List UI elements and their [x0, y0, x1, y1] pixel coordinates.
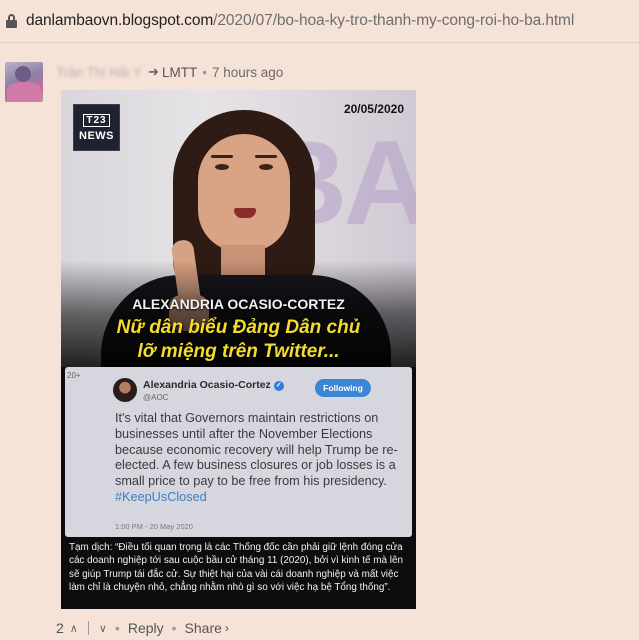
subject-name: ALEXANDRIA OCASIO-CORTEZ	[132, 296, 345, 312]
address-bar[interactable]: danlambaovn.blogspot.com/2020/07/bo-hoa-…	[0, 0, 639, 42]
news-photo: BA T23 NEWS 20/05/2020 ALEXANDRIA OCASIO…	[61, 90, 416, 367]
lock-icon	[6, 14, 17, 28]
logo-line1: T23	[83, 113, 110, 127]
divider	[0, 42, 639, 43]
tweet-timestamp: 1:00 PM - 20 May 2020	[115, 522, 193, 531]
following-button: Following	[315, 379, 371, 397]
reply-arrow-icon: ➜	[148, 64, 159, 79]
chevron-up-icon[interactable]: ∧	[70, 622, 78, 635]
comment-actions: 2 ∧ ∨ • Reply • Share ›	[56, 620, 229, 636]
logo-line2: NEWS	[79, 129, 114, 142]
comment-timestamp[interactable]: 7 hours ago	[212, 65, 283, 80]
news-logo: T23 NEWS	[73, 104, 120, 151]
parent-author-link[interactable]: LMTT	[162, 65, 197, 80]
tweet-handle: @AOC	[143, 393, 169, 402]
actions-separator: •	[171, 620, 177, 636]
vote-count: 2	[56, 620, 64, 636]
comment-meta: Trần Thị Hải Y ➜ LMTT • 7 hours ago	[56, 64, 283, 80]
reply-button[interactable]: Reply	[128, 620, 164, 636]
post-date: 20/05/2020	[343, 102, 404, 116]
share-button[interactable]: Share	[185, 620, 222, 636]
attached-image[interactable]: BA T23 NEWS 20/05/2020 ALEXANDRIA OCASIO…	[61, 90, 416, 609]
url-path: /2020/07/bo-hoa-ky-tro-thanh-my-cong-roi…	[213, 12, 575, 29]
meta-separator: •	[202, 64, 207, 80]
comment-author[interactable]: Trần Thị Hải Y	[56, 65, 142, 80]
headline-line1: Nữ dân biểu Đảng Dân chủ	[116, 317, 361, 338]
verified-icon: ✓	[273, 381, 284, 391]
chevron-right-icon[interactable]: ›	[225, 621, 229, 635]
tweet-corner-label: 20+	[67, 371, 81, 380]
url-text[interactable]: danlambaovn.blogspot.com/2020/07/bo-hoa-…	[26, 12, 574, 30]
tweet-author-name: Alexandria Ocasio-Cortez	[143, 379, 271, 391]
tweet-text: It's vital that Governors maintain restr…	[115, 411, 410, 506]
tweet-avatar	[113, 378, 137, 402]
headline-line2: lỡ miệng trên Twitter...	[137, 341, 340, 362]
tweet-hashtag: #KeepUsClosed	[115, 489, 207, 504]
translation-caption: Tạm dịch: “Điều tối quan trọng là các Th…	[69, 542, 403, 594]
vote-divider	[87, 621, 89, 635]
tweet-screenshot: 20+ Alexandria Ocasio-Cortez ✓ @AOC Follo…	[65, 367, 412, 537]
avatar[interactable]	[5, 62, 43, 102]
headline: Nữ dân biểu Đảng Dân chủ lỡ miệng trên T…	[61, 316, 416, 364]
url-domain: danlambaovn.blogspot.com	[26, 12, 214, 29]
chevron-down-icon[interactable]: ∨	[99, 622, 107, 635]
actions-separator: •	[114, 620, 120, 636]
tweet-body: It's vital that Governors maintain restr…	[115, 411, 398, 489]
tweet-author: Alexandria Ocasio-Cortez ✓	[143, 379, 284, 391]
